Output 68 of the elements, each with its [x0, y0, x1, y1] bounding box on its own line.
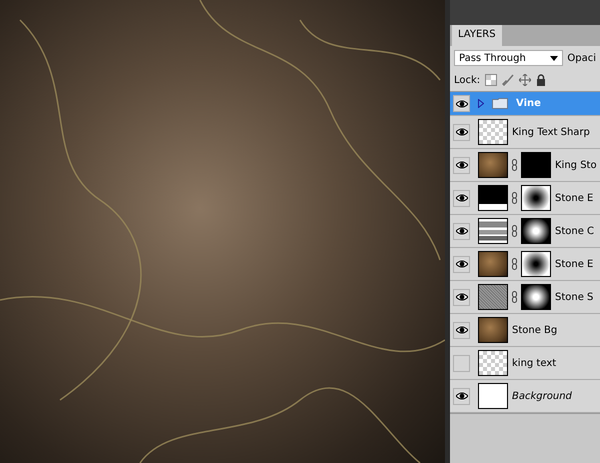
opacity-label: Opaci	[567, 52, 596, 64]
layer-name: Stone E	[555, 258, 594, 270]
visibility-toggle[interactable]	[453, 354, 470, 372]
layer-thumbnail	[478, 317, 508, 343]
eye-icon	[456, 227, 468, 235]
layer-thumbnail	[478, 284, 508, 310]
layer-row[interactable]: Stone E	[450, 248, 600, 281]
chain-link-icon	[512, 159, 517, 171]
layer-name: Stone Bg	[512, 324, 558, 336]
visibility-toggle[interactable]	[453, 190, 470, 206]
layer-name: Background	[512, 390, 572, 402]
visibility-toggle[interactable]	[453, 95, 470, 112]
chain-link-icon	[512, 258, 517, 270]
layer-name: Stone S	[555, 292, 594, 302]
folder-icon	[492, 98, 508, 109]
visibility-toggle[interactable]	[453, 288, 470, 306]
caret-icon	[550, 56, 558, 60]
layer-row[interactable]: King Text Sharp	[450, 116, 600, 149]
move-icon[interactable]	[519, 74, 532, 86]
mask-thumbnail	[521, 185, 551, 211]
padlock-icon[interactable]	[536, 74, 546, 86]
eye-icon	[456, 293, 468, 301]
layer-row[interactable]: King Sto	[450, 149, 600, 182]
layer-thumbnail	[478, 185, 508, 211]
expand-triangle-icon[interactable]	[478, 99, 484, 108]
layer-thumbnail	[478, 119, 508, 145]
eye-icon	[456, 194, 468, 202]
layers-tab[interactable]: LAYERS	[452, 25, 502, 46]
layer-thumbnail	[478, 218, 508, 244]
layer-name: king text	[512, 358, 556, 368]
mask-thumbnail	[521, 284, 551, 310]
eye-icon	[456, 161, 468, 169]
layer-thumbnail	[478, 251, 508, 277]
layer-thumbnail	[478, 350, 508, 376]
layer-thumbnail	[478, 152, 508, 178]
layer-row[interactable]: king text	[450, 347, 600, 380]
mask-thumbnail	[521, 218, 551, 244]
layer-name: Stone C	[555, 226, 594, 236]
chain-link-icon	[512, 192, 517, 204]
visibility-toggle[interactable]	[453, 124, 470, 140]
eye-icon	[456, 326, 468, 334]
lock-label: Lock:	[454, 74, 480, 86]
blend-mode-dropdown[interactable]: Pass Through	[454, 50, 564, 66]
eye-icon	[456, 128, 468, 136]
chain-link-icon	[512, 225, 517, 237]
layer-row[interactable]: Stone E	[450, 182, 600, 215]
eye-icon	[456, 260, 468, 268]
brush-icon[interactable]	[502, 74, 514, 86]
visibility-toggle[interactable]	[453, 222, 470, 240]
visibility-toggle[interactable]	[453, 388, 470, 404]
layer-name: King Sto	[555, 160, 597, 170]
mask-thumbnail	[521, 251, 551, 277]
layer-row[interactable]: Stone Bg	[450, 314, 600, 347]
layer-name: Stone E	[555, 192, 594, 204]
chain-link-icon	[512, 291, 517, 303]
visibility-toggle[interactable]	[453, 256, 470, 272]
eye-icon	[456, 392, 468, 400]
layer-name: King Text Sharp	[512, 126, 590, 138]
lock-transparency-icon[interactable]	[485, 74, 498, 86]
layer-name: Vine	[516, 98, 541, 109]
layer-row[interactable]: Background	[450, 380, 600, 413]
layer-row[interactable]: Stone S	[450, 281, 600, 314]
visibility-toggle[interactable]	[453, 156, 470, 174]
mask-thumbnail	[521, 152, 551, 178]
layer-thumbnail	[478, 383, 508, 409]
layer-row[interactable]: Stone C	[450, 215, 600, 248]
eye-icon	[456, 100, 468, 108]
visibility-toggle[interactable]	[453, 322, 470, 338]
